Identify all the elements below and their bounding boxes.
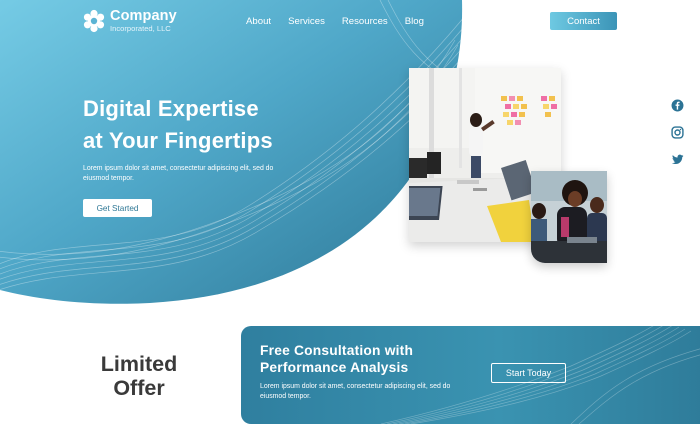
consultation-title-line-2: Performance Analysis bbox=[260, 360, 409, 375]
offer-heading-line-1: Limited bbox=[100, 352, 178, 376]
offer-heading-line-2: Offer bbox=[113, 376, 165, 400]
contact-button[interactable]: Contact bbox=[550, 12, 617, 30]
hero-title-line-2: at Your Fingertips bbox=[83, 128, 273, 153]
team-laptop-photo bbox=[531, 171, 607, 263]
twitter-icon[interactable] bbox=[671, 153, 684, 166]
nav-services[interactable]: Services bbox=[288, 16, 325, 27]
main-nav: About Services Resources Blog bbox=[246, 16, 441, 27]
nav-about[interactable]: About bbox=[246, 16, 271, 27]
start-today-button[interactable]: Start Today bbox=[491, 363, 566, 383]
nav-resources[interactable]: Resources bbox=[342, 16, 388, 27]
brand[interactable]: Company Incorporated, LLC bbox=[82, 9, 177, 33]
limited-offer-heading: Limited Offer bbox=[86, 352, 192, 400]
hero-title-line-1: Digital Expertise bbox=[83, 96, 259, 121]
consultation-title-line-1: Free Consultation with bbox=[260, 343, 414, 358]
get-started-button[interactable]: Get Started bbox=[83, 199, 152, 217]
instagram-icon[interactable] bbox=[671, 126, 684, 139]
brand-subtitle: Incorporated, LLC bbox=[110, 23, 171, 33]
consultation-banner: Free Consultation with Performance Analy… bbox=[241, 326, 700, 424]
consultation-description: Lorem ipsum dolor sit amet, consectetur … bbox=[260, 383, 451, 400]
company-logo-icon bbox=[83, 9, 105, 33]
hero-description: Lorem ipsum dolor sit amet, consectetur … bbox=[83, 165, 274, 182]
brand-name: Company bbox=[110, 8, 177, 25]
facebook-icon[interactable] bbox=[671, 99, 684, 112]
consultation-title: Free Consultation with Performance Analy… bbox=[260, 342, 413, 376]
hero-title: Digital Expertise at Your Fingertips bbox=[83, 93, 273, 157]
nav-blog[interactable]: Blog bbox=[405, 16, 424, 27]
